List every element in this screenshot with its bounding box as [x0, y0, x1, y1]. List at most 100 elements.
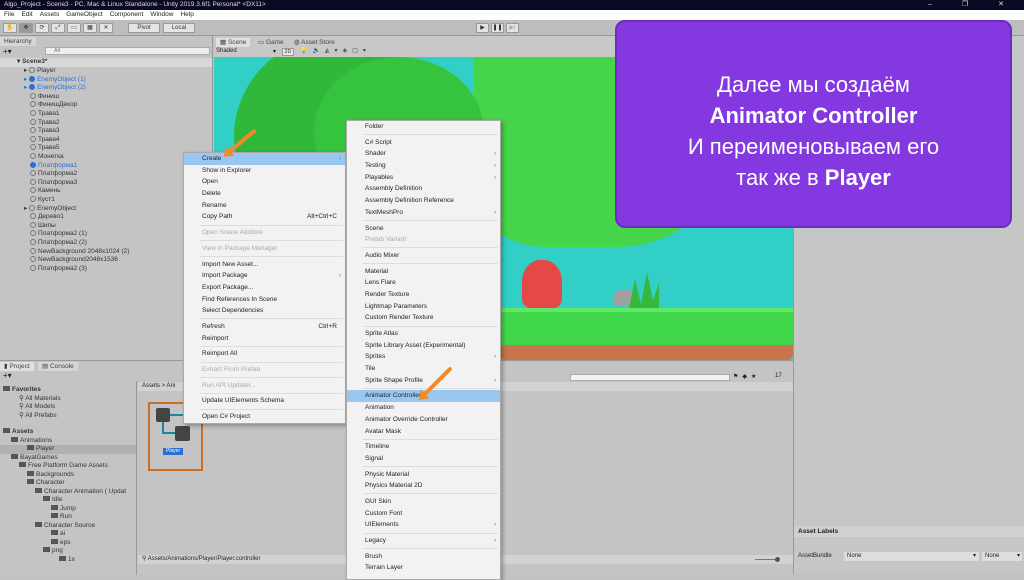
menu-item-physics-material-2d[interactable]: Physics Material 2D	[347, 480, 500, 492]
menu-item-import-new-asset-[interactable]: Import New Asset...	[184, 259, 345, 271]
hierarchy-item[interactable]: Платформа2 (2)	[30, 239, 87, 248]
hierarchy-item[interactable]: NewBackground 2048x1024 (2)	[30, 247, 129, 257]
play-button[interactable]: ▶	[476, 23, 489, 33]
hierarchy-item[interactable]: Платформа3	[30, 178, 77, 188]
project-filter-icons[interactable]: ⚑◆★	[733, 373, 760, 380]
add-icon[interactable]: +▾	[3, 47, 12, 56]
project-tree-item[interactable]: ai	[51, 530, 65, 539]
hierarchy-item[interactable]: Куст1	[30, 196, 55, 205]
custom-tool-icon[interactable]: ✕	[99, 23, 113, 33]
menu-edit[interactable]: Edit	[21, 11, 32, 18]
window-controls[interactable]: – ❐ ✕	[928, 0, 1018, 10]
project-tree-item[interactable]: Free Platform Game Assets	[19, 462, 108, 471]
project-tree-item[interactable]: Assets	[3, 428, 33, 437]
menu-item-textmeshpro[interactable]: TextMeshPro ›	[347, 207, 500, 219]
hierarchy-item[interactable]: Платформа2 (1)	[30, 230, 87, 239]
menu-item-custom-render-texture[interactable]: Custom Render Texture	[347, 312, 500, 324]
variant-dropdown[interactable]: None ▾	[982, 552, 1022, 561]
step-button[interactable]: ▶|	[506, 23, 519, 33]
project-tree-item[interactable]: ⚲ All Materials	[19, 395, 61, 404]
tab-hierarchy[interactable]: Hierarchy	[0, 37, 36, 46]
hierarchy-item[interactable]: Трава2	[30, 118, 59, 128]
menu-item-reimport[interactable]: Reimport	[184, 333, 345, 345]
scene-view-options[interactable]: 💡🔈◭▾◈▢▾	[300, 47, 371, 54]
2d-toggle[interactable]: 2D	[282, 48, 294, 56]
hierarchy-item[interactable]: Камень	[30, 187, 60, 196]
project-tree-item[interactable]: ⚲ All Prefabs	[19, 412, 57, 421]
menu-item-audio-mixer[interactable]: Audio Mixer	[347, 250, 500, 262]
menu-item-physic-material[interactable]: Physic Material	[347, 469, 500, 481]
menu-item-brush[interactable]: Brush	[347, 551, 500, 563]
menu-item-signal[interactable]: Signal	[347, 453, 500, 465]
hierarchy-item[interactable]: NewBackground2048x1536	[30, 256, 118, 265]
menu-item-show-in-explorer[interactable]: Show in Explorer	[184, 165, 345, 177]
pivot-button[interactable]: Pivot	[128, 23, 160, 33]
transform-tool-icon[interactable]: ▦	[83, 23, 97, 33]
tab-asset-store[interactable]: ◍ Asset Store	[290, 38, 339, 47]
scene-root[interactable]: ▾ Scene3*	[17, 58, 47, 67]
hierarchy-item[interactable]: Трава4	[30, 135, 59, 145]
menu-item-assembly-definition[interactable]: Assembly Definition	[347, 183, 500, 195]
menu-item-folder[interactable]: Folder	[347, 121, 500, 133]
menu-item-sprite-library-asset-experimental-[interactable]: Sprite Library Asset (Experimental)	[347, 340, 500, 352]
hierarchy-item[interactable]: Шипы	[30, 221, 56, 231]
hierarchy-item[interactable]: ФинишДекор	[30, 101, 77, 110]
menu-item-gui-skin[interactable]: GUI Skin	[347, 496, 500, 508]
project-search-input[interactable]	[570, 374, 730, 381]
menu-item-animator-override-controller[interactable]: Animator Override Controller	[347, 414, 500, 426]
menu-item-find-references-in-scene[interactable]: Find References In Scene	[184, 294, 345, 306]
menu-item-lens-flare[interactable]: Lens Flare	[347, 277, 500, 289]
menu-item-sprite-shape-profile[interactable]: Sprite Shape Profile ›	[347, 375, 500, 387]
hierarchy-item[interactable]: Монетка	[30, 153, 64, 162]
menu-gameobject[interactable]: GameObject	[66, 11, 103, 18]
menu-item-rename[interactable]: Rename	[184, 200, 345, 212]
menu-item-custom-font[interactable]: Custom Font	[347, 508, 500, 520]
menu-item-shader[interactable]: Shader ›	[347, 148, 500, 160]
menu-item-open[interactable]: Open	[184, 176, 345, 188]
project-tree-item[interactable]: 1x	[59, 555, 75, 565]
menu-item-material[interactable]: Material	[347, 266, 500, 278]
menu-item-sprites[interactable]: Sprites ›	[347, 351, 500, 363]
menu-item-sprite-atlas[interactable]: Sprite Atlas	[347, 328, 500, 340]
menu-item-uielements[interactable]: UIElements ›	[347, 519, 500, 531]
project-tree-item[interactable]: ⚲ All Models	[19, 403, 55, 412]
hierarchy-item[interactable]: ▸ EnemyObject (1)	[24, 75, 86, 85]
menu-item-create[interactable]: Create ›	[184, 153, 345, 165]
hierarchy-search-input[interactable]	[45, 47, 210, 55]
menu-file[interactable]: File	[4, 11, 14, 18]
assetbundle-dropdown[interactable]: None ▾	[844, 552, 979, 561]
hierarchy-item[interactable]: ▸ EnemyObject	[24, 204, 76, 214]
hierarchy-item[interactable]: Платформа2 (3)	[30, 264, 87, 274]
menu-item-scene[interactable]: Scene	[347, 223, 500, 235]
menu-item-playables[interactable]: Playables ›	[347, 172, 500, 184]
project-tree-item[interactable]: Jump	[51, 504, 76, 514]
menu-component[interactable]: Component	[110, 11, 144, 18]
menu-item-terrain-layer[interactable]: Terrain Layer	[347, 562, 500, 574]
hierarchy-item[interactable]: Дерево1	[30, 213, 64, 222]
menu-item-reimport-all[interactable]: Reimport All	[184, 348, 345, 360]
project-tree-item[interactable]: Animations	[11, 436, 52, 446]
menu-help[interactable]: Help	[180, 11, 193, 18]
menu-item-delete[interactable]: Delete	[184, 188, 345, 200]
menu-item-c-script[interactable]: C# Script	[347, 137, 500, 149]
hierarchy-item[interactable]: Трава5	[30, 144, 59, 153]
tab-game[interactable]: ▭ Game	[254, 38, 288, 47]
hand-tool-icon[interactable]: ✋	[3, 23, 17, 33]
pause-button[interactable]: ❚❚	[491, 23, 504, 33]
menu-item-select-dependencies[interactable]: Select Dependencies	[184, 305, 345, 317]
project-tree-item[interactable]: BayatGames	[11, 453, 58, 463]
menu-item-tile[interactable]: Tile	[347, 363, 500, 375]
icon-size-slider[interactable]	[755, 557, 780, 562]
shading-dropdown[interactable]: Shaded ▾	[216, 48, 276, 56]
project-tree-item[interactable]: eps	[51, 538, 70, 548]
menu-item-copy-path[interactable]: Copy Path Alt+Ctrl+C	[184, 211, 345, 223]
scale-tool-icon[interactable]: ⤢	[51, 23, 65, 33]
menu-item-export-package-[interactable]: Export Package...	[184, 282, 345, 294]
project-tree-item[interactable]: Character Animation ( Updat	[35, 487, 126, 497]
tab-project[interactable]: ▮ Project	[0, 362, 34, 371]
menu-item-avatar-mask[interactable]: Avatar Mask	[347, 426, 500, 438]
project-tree-item[interactable]: Character Source	[35, 521, 95, 531]
menu-item-timeline[interactable]: Timeline	[347, 441, 500, 453]
tab-scene[interactable]: ▦ Scene	[216, 38, 251, 47]
hierarchy-item[interactable]: Трава3	[30, 127, 59, 136]
